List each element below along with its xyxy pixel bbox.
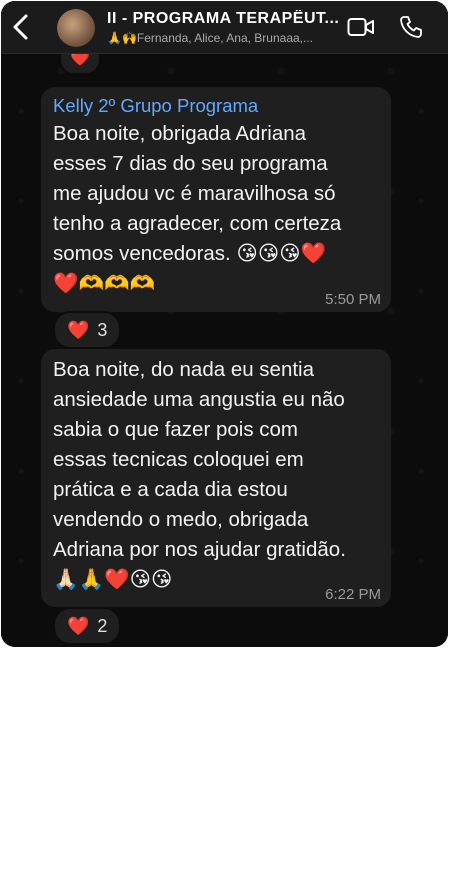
video-call-icon[interactable] <box>347 17 375 42</box>
message-time: 6:22 PM <box>325 586 381 603</box>
phone-call-icon[interactable] <box>399 15 423 44</box>
reaction-badge[interactable]: ❤️ 2 <box>53 607 122 645</box>
reaction-badge[interactable]: ❤️ 3 <box>53 311 122 349</box>
message-sender[interactable]: Kelly 2º Grupo Programa <box>53 95 258 117</box>
message-bubble[interactable]: Boa noite, do nada eu sentia ansiedade u… <box>41 349 391 607</box>
message-text: Boa noite, do nada eu sentia ansiedade u… <box>53 358 346 591</box>
heart-reaction-emoji: ❤️ <box>67 615 90 636</box>
chat-screen: II - PROGRAMA TERAPÊUT... 🙏🙌Fernanda, Al… <box>1 1 448 647</box>
back-chevron-icon[interactable] <box>9 13 33 41</box>
message-text: Boa noite, obrigada Adriana esses 7 dias… <box>53 122 342 295</box>
group-avatar[interactable] <box>57 9 95 47</box>
group-members[interactable]: 🙏🙌Fernanda, Alice, Ana, Brunaaa,... <box>107 31 339 45</box>
reaction-count: 3 <box>97 319 108 340</box>
reaction-count: 2 <box>97 615 108 636</box>
message-bubble[interactable]: Kelly 2º Grupo Programa Boa noite, obrig… <box>41 87 391 312</box>
heart-reaction-emoji: ❤️ <box>67 319 90 340</box>
chat-header: II - PROGRAMA TERAPÊUT... 🙏🙌Fernanda, Al… <box>1 1 448 54</box>
group-title[interactable]: II - PROGRAMA TERAPÊUT... <box>107 10 339 28</box>
message-time: 5:50 PM <box>325 291 381 308</box>
